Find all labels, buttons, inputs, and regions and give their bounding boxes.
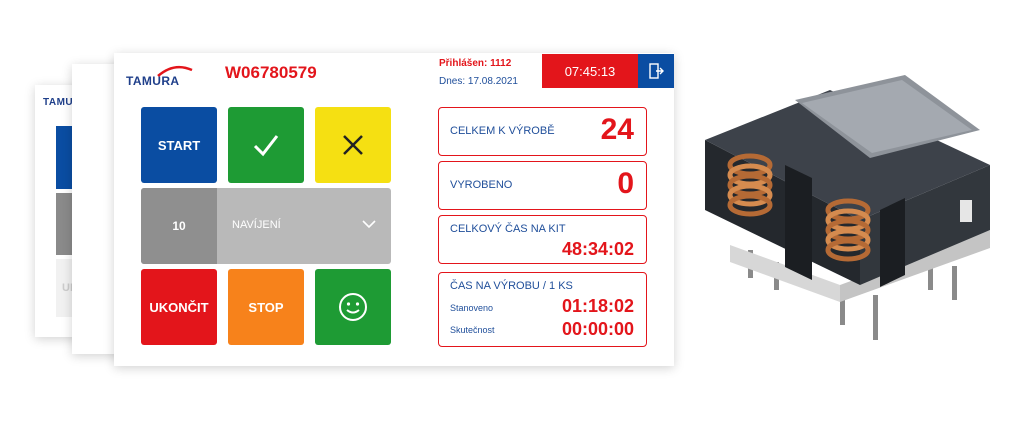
operation-number: 10 (141, 188, 217, 264)
feedback-button[interactable] (315, 269, 391, 345)
planned-value: 01:18:02 (561, 296, 634, 316)
check-icon (253, 135, 279, 157)
reject-button[interactable] (315, 107, 391, 183)
logout-button[interactable] (638, 54, 674, 88)
actual-label: Skutečnost (450, 325, 495, 335)
logged-in-user: Přihlášen: 1112 (439, 58, 512, 69)
production-terminal: TAMURA W06780579 Přihlášen: 1112 Dnes: 1… (114, 53, 674, 366)
confirm-button[interactable] (228, 107, 304, 183)
clock: 07:45:13 (542, 54, 638, 88)
close-icon (343, 135, 363, 155)
produced-panel: VYROBENO 0 (438, 161, 647, 210)
total-value: 24 (600, 113, 634, 146)
kit-time-panel: CELKOVÝ ČAS NA KIT 48:34:02 (438, 215, 647, 264)
logout-icon (649, 63, 664, 79)
logo-text: TAMURA (126, 74, 180, 88)
total-label: CELKEM K VÝROBĚ (450, 125, 555, 137)
per-piece-label: ČAS NA VÝROBU / 1 KS (450, 280, 573, 292)
product-image (705, 75, 990, 340)
start-button[interactable]: START (141, 107, 217, 183)
current-date: Dnes: 17.08.2021 (439, 76, 518, 87)
produced-label: VYROBENO (450, 179, 513, 191)
actual-value: 00:00:00 (561, 319, 634, 339)
tamura-logo: TAMURA (126, 64, 196, 88)
produced-value: 0 (617, 167, 634, 200)
operation-label: NAVÍJENÍ (232, 219, 281, 231)
kit-time-label: CELKOVÝ ČAS NA KIT (450, 223, 566, 235)
kit-time-value: 48:34:02 (561, 239, 634, 259)
operation-select[interactable]: 10 NAVÍJENÍ (141, 188, 391, 264)
planned-label: Stanoveno (450, 303, 494, 313)
total-to-produce-panel: CELKEM K VÝROBĚ 24 (438, 107, 647, 156)
stop-button[interactable]: STOP (228, 269, 304, 345)
chevron-down-icon (362, 220, 376, 229)
smiley-icon (339, 293, 367, 321)
order-number: W06780579 (225, 63, 317, 82)
per-piece-time-panel: ČAS NA VÝROBU / 1 KS Stanoveno 01:18:02 … (438, 272, 647, 347)
end-button[interactable]: UKONČIT (141, 269, 217, 345)
